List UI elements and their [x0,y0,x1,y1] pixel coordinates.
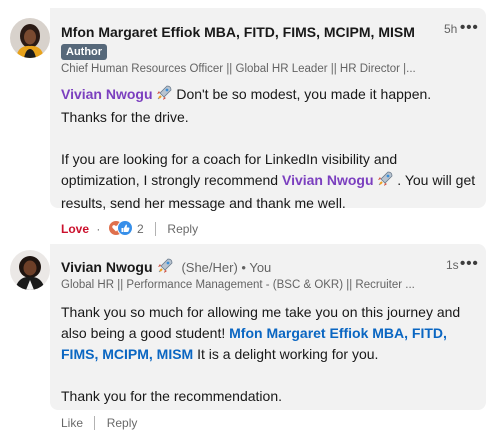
reaction-icons[interactable] [107,220,134,239]
comment-1: Mfon Margaret Effiok MBA, FITD, FIMS, MC… [0,0,496,238]
comment-text: It is a delight working for you. [193,346,379,362]
comment-bubble: Mfon Margaret Effiok MBA, FITD, FIMS, MC… [50,8,486,211]
avatar-vivian[interactable] [10,250,50,290]
comment-text: Thank you for the recommendation. [61,388,283,404]
comment-paragraph-2: If you are looking for a coach for Linke… [61,149,476,214]
comment-body: Thank you so much for allowing me take y… [61,302,479,407]
author-badge: Author [61,44,108,60]
author-headline: Global HR || Performance Management - (B… [61,279,415,291]
comment-paragraph-2: Thank you for the recommendation. [61,386,479,407]
avatar-image [10,18,50,58]
divider [155,222,157,236]
separator-dot: · [96,222,101,236]
comment-bubble: Vivian Nwogu (She/Her) • You Global HR |… [50,244,486,410]
reaction-count[interactable]: 2 [137,222,144,236]
timestamp: 5h [444,22,458,36]
comment-paragraph-1: Vivian Nwogu Don't be so modest, you mad… [61,84,476,128]
comment-header: Vivian Nwogu (She/Her) • You [61,258,271,279]
rocket-emoji-icon [156,85,172,107]
comment-actions: Love · 2 Reply [61,220,198,239]
author-headline: Chief Human Resources Officer || Global … [61,63,416,75]
comment-2: Vivian Nwogu (She/Her) • You Global HR |… [0,238,496,430]
comment-paragraph-1: Thank you so much for allowing me take y… [61,302,479,365]
rocket-emoji-icon [157,258,173,279]
comment-body: Vivian Nwogu Don't be so modest, you mad… [61,84,476,214]
avatar-mfon[interactable] [10,18,50,58]
badge-row: Author [61,42,108,60]
rocket-emoji-icon [377,171,393,193]
timestamp: 1s [446,258,459,272]
author-name[interactable]: Mfon Margaret Effiok MBA, FITD, FIMS, MC… [61,24,415,40]
love-button[interactable]: Love [61,222,89,236]
avatar-image [10,250,50,290]
author-pronouns: (She/Her) • You [181,260,272,275]
more-options-icon[interactable]: ••• [460,20,479,35]
like-reaction-icon [116,220,133,236]
mention-link[interactable]: Vivian Nwogu [282,172,374,188]
author-name[interactable]: Vivian Nwogu [61,259,153,275]
comment-header: Mfon Margaret Effiok MBA, FITD, FIMS, MC… [61,24,415,42]
more-options-icon[interactable]: ••• [460,256,479,271]
reply-button[interactable]: Reply [167,222,198,236]
mention-link[interactable]: Vivian Nwogu [61,86,153,102]
